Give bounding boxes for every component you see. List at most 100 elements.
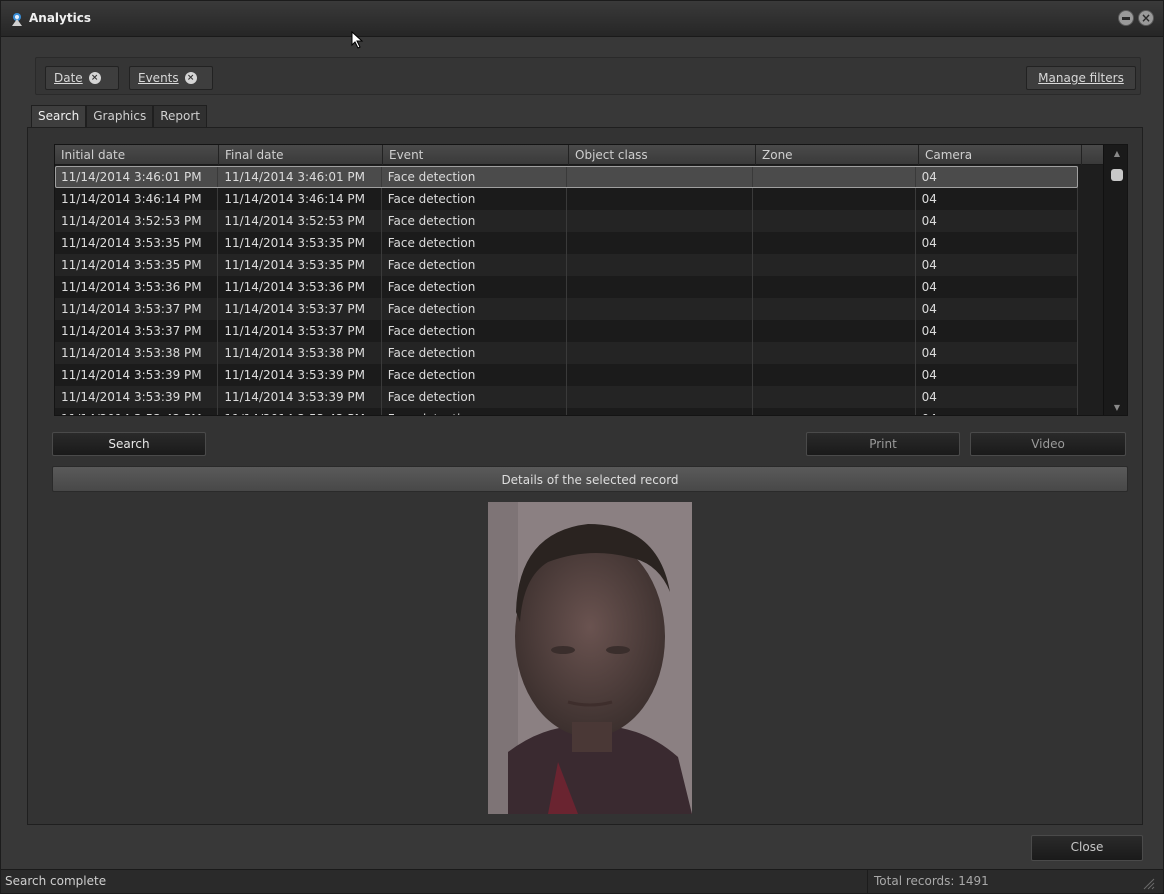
total-records: Total records: 1491	[867, 870, 1137, 894]
cell-final-date: 11/14/2014 3:53:39 PM	[218, 364, 382, 386]
cell-event: Face detection	[382, 342, 567, 364]
close-icon[interactable]: ×	[1138, 10, 1154, 26]
cell-zone	[753, 298, 916, 320]
table-row[interactable]: 11/14/2014 3:53:35 PM 11/14/2014 3:53:35 …	[55, 232, 1078, 254]
cell-initial-date: 11/14/2014 3:53:38 PM	[55, 342, 219, 364]
cell-event: Face detection	[382, 276, 567, 298]
table-row[interactable]: 11/14/2014 3:53:35 PM 11/14/2014 3:53:35 …	[55, 254, 1078, 276]
remove-filter-icon[interactable]: ×	[88, 72, 101, 84]
cell-event: Face detection	[382, 408, 567, 415]
column-header-camera[interactable]: Camera	[919, 145, 1082, 165]
table-row[interactable]: 11/14/2014 3:53:39 PM 11/14/2014 3:53:39 …	[55, 364, 1078, 386]
table-row[interactable]: 11/14/2014 3:46:01 PM 11/14/2014 3:46:01 …	[55, 166, 1078, 188]
cell-initial-date: 11/14/2014 3:53:36 PM	[55, 276, 219, 298]
cell-final-date: 11/14/2014 3:53:36 PM	[218, 276, 382, 298]
cell-event: Face detection	[382, 188, 567, 210]
column-header-zone[interactable]: Zone	[756, 145, 919, 165]
results-table: Initial date Final date Event Object cla…	[54, 144, 1128, 416]
cell-final-date: 11/14/2014 3:53:37 PM	[218, 298, 382, 320]
cell-zone	[753, 408, 916, 415]
tab-bar: Search Graphics Report	[31, 105, 208, 127]
cell-final-date: 11/14/2014 3:46:14 PM	[218, 188, 382, 210]
cell-initial-date: 11/14/2014 3:53:39 PM	[55, 364, 219, 386]
cell-event: Face detection	[382, 364, 567, 386]
cell-final-date: 11/14/2014 3:53:42 PM	[218, 408, 382, 415]
column-header-final-date[interactable]: Final date	[219, 145, 383, 165]
filter-chip-events[interactable]: Events ×	[129, 66, 213, 90]
analytics-icon	[12, 13, 22, 26]
cell-camera: 04	[916, 320, 1078, 342]
video-button[interactable]: Video	[970, 432, 1126, 456]
status-bar: Search complete Total records: 1491	[1, 869, 1163, 894]
table-scrollbar[interactable]: ▲ ▼	[1103, 145, 1127, 415]
filter-bar: Date × Events × Manage filters	[35, 57, 1141, 95]
cell-initial-date: 11/14/2014 3:53:37 PM	[55, 298, 219, 320]
cell-camera: 04	[916, 166, 1078, 188]
analytics-window: Analytics × Date × Events × Manage filte…	[0, 0, 1164, 894]
table-row[interactable]: 11/14/2014 3:53:36 PM 11/14/2014 3:53:36 …	[55, 276, 1078, 298]
column-header-initial-date[interactable]: Initial date	[55, 145, 219, 165]
cell-zone	[753, 386, 916, 408]
cell-event: Face detection	[382, 386, 567, 408]
scroll-down-icon[interactable]: ▼	[1104, 401, 1127, 415]
column-header-object-class[interactable]: Object class	[569, 145, 756, 165]
cell-camera: 04	[916, 364, 1078, 386]
cell-object-class	[567, 408, 754, 415]
manage-filters-label: Manage filters	[1038, 71, 1124, 85]
cell-camera: 04	[916, 254, 1078, 276]
cell-final-date: 11/14/2014 3:53:35 PM	[218, 232, 382, 254]
table-row[interactable]: 11/14/2014 3:53:37 PM 11/14/2014 3:53:37 …	[55, 320, 1078, 342]
cell-object-class	[567, 386, 754, 408]
cell-initial-date: 11/14/2014 3:53:35 PM	[55, 254, 219, 276]
cell-zone	[753, 276, 916, 298]
tab-graphics[interactable]: Graphics	[86, 105, 154, 127]
cell-zone	[753, 254, 916, 276]
print-button[interactable]: Print	[806, 432, 960, 456]
cell-event: Face detection	[382, 320, 567, 342]
scroll-up-icon[interactable]: ▲	[1104, 147, 1127, 161]
status-text: Search complete	[5, 874, 107, 888]
filter-chip-date[interactable]: Date ×	[45, 66, 119, 90]
scrollbar-thumb[interactable]	[1111, 169, 1123, 181]
cell-object-class	[567, 342, 754, 364]
remove-filter-icon[interactable]: ×	[184, 72, 197, 84]
table-row[interactable]: 11/14/2014 3:53:42 PM11/14/2014 3:53:42 …	[55, 408, 1078, 415]
tab-search[interactable]: Search	[31, 105, 87, 127]
cell-camera: 04	[916, 188, 1078, 210]
window-title: Analytics	[29, 11, 91, 25]
cell-final-date: 11/14/2014 3:53:39 PM	[218, 386, 382, 408]
title-bar[interactable]: Analytics ×	[1, 1, 1163, 49]
cell-zone	[753, 166, 916, 188]
cell-zone	[753, 188, 916, 210]
cell-object-class	[567, 320, 754, 342]
minimize-icon[interactable]	[1118, 10, 1134, 26]
cell-object-class	[567, 254, 754, 276]
cell-camera: 04	[916, 386, 1078, 408]
tab-report[interactable]: Report	[153, 105, 208, 127]
cell-camera: 04	[916, 408, 1078, 415]
resize-grip-icon[interactable]	[1141, 876, 1155, 890]
cell-final-date: 11/14/2014 3:52:53 PM	[218, 210, 382, 232]
cell-final-date: 11/14/2014 3:53:38 PM	[218, 342, 382, 364]
table-row[interactable]: 11/14/2014 3:52:53 PM 11/14/2014 3:52:53 …	[55, 210, 1078, 232]
search-button[interactable]: Search	[52, 432, 206, 456]
table-row[interactable]: 11/14/2014 3:53:38 PM 11/14/2014 3:53:38 …	[55, 342, 1078, 364]
column-header-event[interactable]: Event	[383, 145, 569, 165]
cell-camera: 04	[916, 298, 1078, 320]
close-button[interactable]: Close	[1031, 835, 1143, 861]
cell-event: Face detection	[382, 166, 567, 188]
table-body: 11/14/2014 3:46:01 PM 11/14/2014 3:46:01 …	[55, 166, 1078, 415]
cell-camera: 04	[916, 232, 1078, 254]
details-header: Details of the selected record	[52, 466, 1128, 492]
cell-object-class	[567, 188, 754, 210]
cell-camera: 04	[916, 342, 1078, 364]
manage-filters-button[interactable]: Manage filters	[1026, 66, 1136, 90]
cell-initial-date: 11/14/2014 3:53:42 PM	[55, 408, 219, 415]
table-row[interactable]: 11/14/2014 3:53:37 PM 11/14/2014 3:53:37 …	[55, 298, 1078, 320]
cell-initial-date: 11/14/2014 3:53:35 PM	[55, 232, 219, 254]
table-row[interactable]: 11/14/2014 3:46:14 PM 11/14/2014 3:46:14 …	[55, 188, 1078, 210]
table-row[interactable]: 11/14/2014 3:53:39 PM 11/14/2014 3:53:39 …	[55, 386, 1078, 408]
cell-zone	[753, 232, 916, 254]
cell-initial-date: 11/14/2014 3:46:14 PM	[55, 188, 219, 210]
cell-event: Face detection	[382, 210, 567, 232]
